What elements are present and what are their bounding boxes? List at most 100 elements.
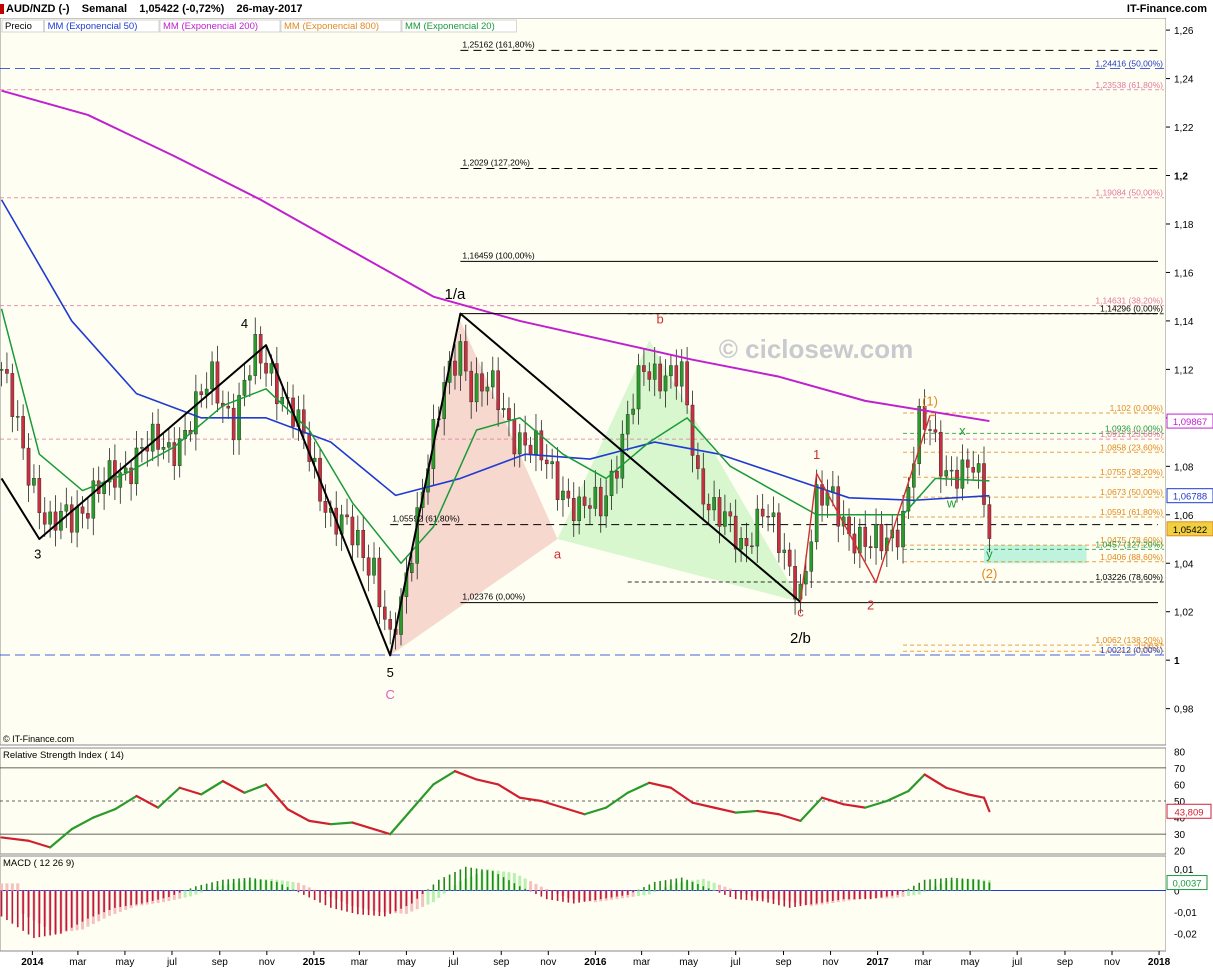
- legend-label: MM (Exponencial 20): [405, 21, 495, 32]
- candle-body: [544, 459, 549, 465]
- x-tick-label: may: [397, 957, 416, 968]
- wave-label: (1): [922, 394, 938, 409]
- candle-body: [134, 447, 139, 485]
- candle-body: [528, 444, 533, 455]
- candle-body: [733, 515, 738, 550]
- wave-label: y: [986, 546, 993, 561]
- candle-body: [717, 497, 722, 527]
- candle-body: [755, 508, 760, 547]
- candle-body: [86, 513, 90, 519]
- candle-body: [53, 511, 58, 531]
- candle-body: [269, 363, 274, 374]
- candle-body: [836, 486, 841, 527]
- legend-label: Precio: [5, 21, 32, 32]
- macd-tick-label: -0,01: [1174, 908, 1197, 919]
- candle-body: [793, 566, 797, 600]
- wave-label: 3: [34, 546, 41, 561]
- wave-label: (2): [981, 566, 997, 581]
- watermark: © ciclosew.com: [719, 334, 914, 364]
- legend-label: MM (Exponencial 800): [284, 21, 379, 32]
- x-tick-label: 2014: [21, 957, 44, 968]
- candle-body: [939, 431, 943, 477]
- candle-body: [706, 503, 711, 511]
- fib-level-label: 1,0858 (23,60%): [1100, 442, 1163, 452]
- y-tick-label: 1,2: [1174, 172, 1188, 183]
- candle-body: [383, 606, 387, 620]
- macd-title: MACD ( 12 26 9): [3, 858, 74, 869]
- candle-body: [26, 447, 31, 486]
- candle-body: [669, 365, 673, 377]
- x-tick-label: sep: [775, 957, 792, 968]
- candle-body: [577, 496, 581, 522]
- candle-body: [210, 361, 214, 390]
- date-label: 26-may-2017: [236, 3, 303, 15]
- candle-body: [652, 363, 657, 380]
- candle-body: [463, 341, 468, 372]
- candle-body: [814, 484, 819, 543]
- candle-body: [485, 386, 490, 392]
- candle-body: [507, 408, 511, 420]
- candle-body: [199, 391, 204, 396]
- candle-body: [0, 369, 4, 371]
- candle-body: [561, 490, 565, 500]
- wave-label: 1/a: [445, 286, 467, 303]
- candle-body: [555, 461, 560, 500]
- fib-level-label: 1,23538 (61,80%): [1095, 80, 1163, 90]
- candle-body: [264, 362, 268, 374]
- candle-body: [80, 506, 85, 514]
- y-tick-label: 1,08: [1174, 462, 1194, 473]
- candle-body: [976, 463, 981, 473]
- candle-body: [350, 516, 355, 546]
- candle-body: [593, 486, 598, 509]
- y-tick-label: 0,98: [1174, 705, 1194, 716]
- x-tick-label: may: [961, 957, 980, 968]
- candle-body: [701, 468, 706, 505]
- chart-canvas[interactable]: 1,261,241,221,21,181,161,141,121,11,081,…: [0, 18, 1213, 970]
- candle-body: [971, 467, 976, 473]
- panel-3: [0, 855, 1167, 952]
- candle-body: [410, 563, 414, 573]
- fib-level-label: 1,2029 (127,20%): [462, 157, 530, 167]
- fib-level-label: 1,02376 (0,00%): [462, 592, 525, 602]
- x-tick-label: jul: [1011, 957, 1022, 968]
- candle-body: [901, 510, 905, 548]
- x-tick-label: sep: [212, 957, 229, 968]
- candle-body: [226, 405, 231, 409]
- candle-body: [712, 497, 716, 511]
- y-tick-label: 1,26: [1174, 26, 1194, 37]
- candle-body: [598, 486, 603, 517]
- period-label: Semanal: [81, 3, 128, 15]
- macd-value-label: 0,0037: [1172, 879, 1201, 890]
- candle-body: [37, 478, 42, 513]
- candle-body: [663, 375, 668, 392]
- y-tick-label: 1,14: [1174, 317, 1194, 328]
- candle-body: [874, 523, 878, 549]
- candle-body: [604, 495, 608, 517]
- y-tick-label: 1,12: [1174, 365, 1194, 376]
- candle-body: [696, 455, 700, 469]
- candle-body: [534, 430, 538, 455]
- candle-body: [453, 360, 457, 376]
- rsi-value-label: 43,809: [1174, 807, 1203, 818]
- x-tick-label: 2016: [584, 957, 607, 968]
- candle-body: [21, 416, 25, 449]
- candle-body: [523, 432, 527, 446]
- candle-body: [685, 361, 689, 406]
- y-tick-label: 1,06: [1174, 511, 1194, 522]
- candle-body: [928, 429, 932, 431]
- fib-level-label: 1,05592 (61,80%): [392, 514, 460, 524]
- x-tick-label: sep: [1057, 957, 1074, 968]
- wave-label: 2: [867, 597, 874, 612]
- candle-body: [982, 463, 986, 505]
- candle-body: [766, 515, 770, 518]
- candle-body: [458, 341, 463, 376]
- candle-body: [868, 546, 873, 549]
- candle-body: [723, 511, 727, 527]
- fib-level-label: 1,19084 (50,00%): [1095, 188, 1163, 198]
- y-tick-label: 1,02: [1174, 608, 1194, 619]
- candle-body: [944, 470, 949, 477]
- candle-body: [782, 549, 787, 553]
- candle-body: [512, 419, 517, 455]
- candle-body: [474, 373, 479, 403]
- candle-body: [744, 538, 749, 547]
